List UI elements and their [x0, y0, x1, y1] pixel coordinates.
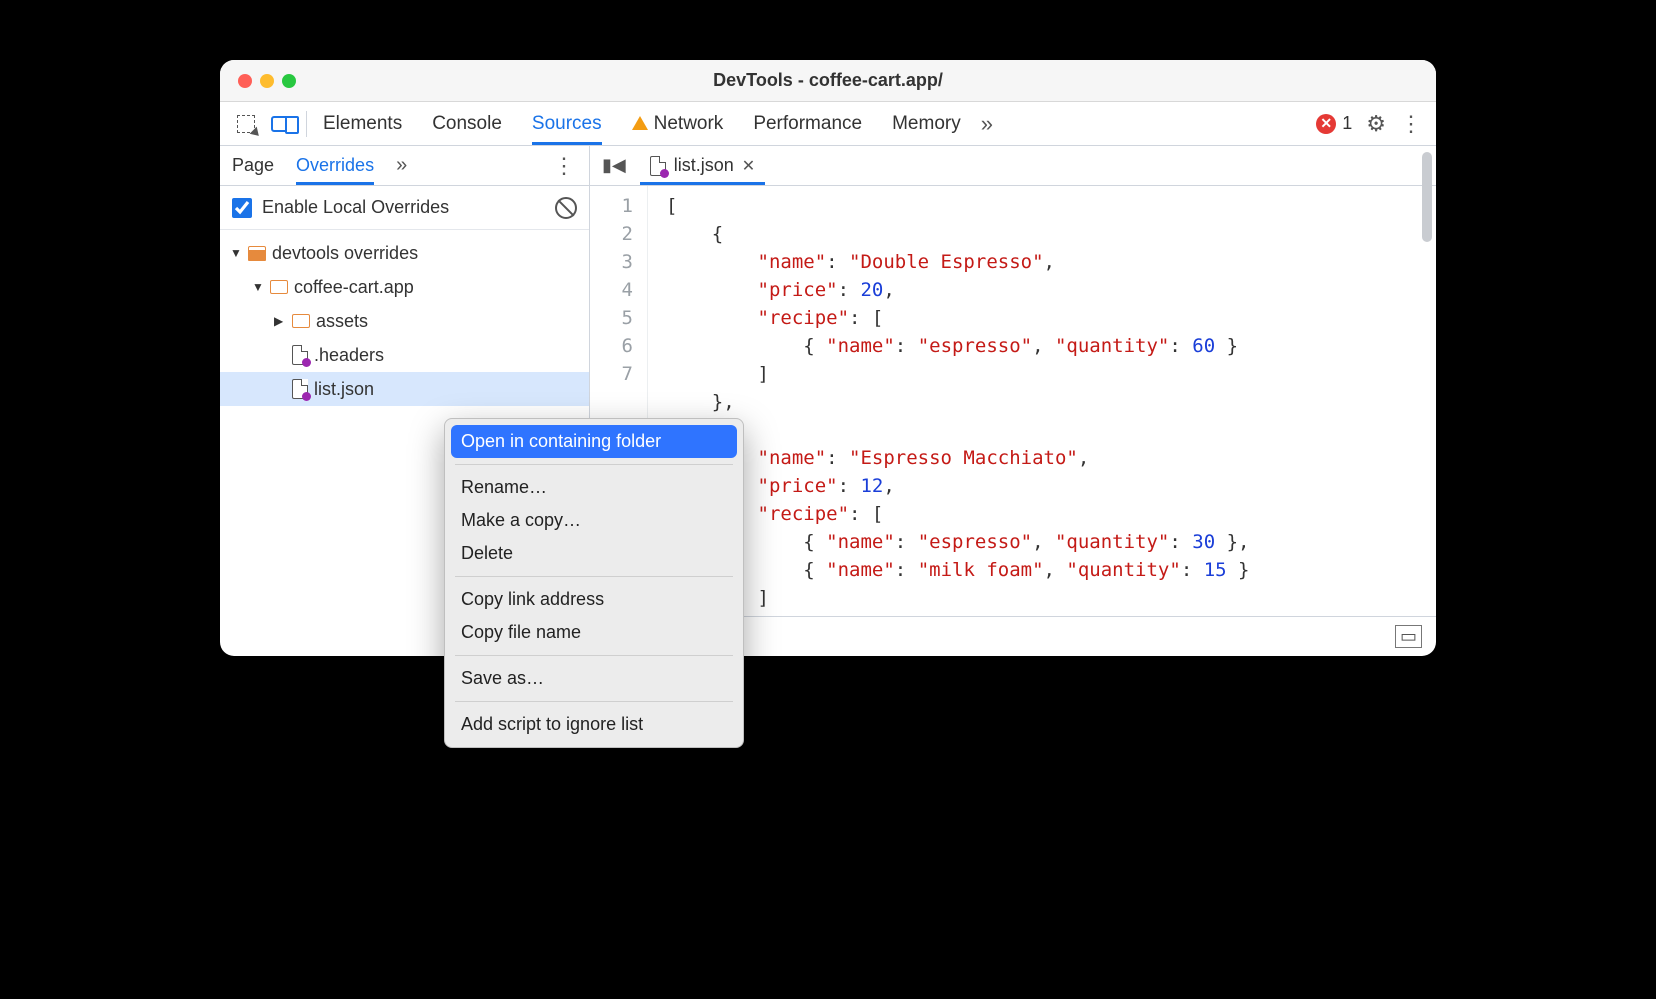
context-menu: Open in containing folder Rename… Make a… — [444, 418, 744, 748]
clear-overrides-icon[interactable] — [555, 197, 577, 219]
tree-file-headers[interactable]: .headers — [220, 338, 589, 372]
expand-icon: ▶ — [274, 314, 286, 328]
inspect-element-icon[interactable] — [228, 108, 264, 140]
more-sidebar-tabs-icon[interactable]: » — [396, 154, 407, 177]
tab-label: Console — [432, 113, 502, 135]
tab-network[interactable]: Network — [632, 102, 724, 145]
ctx-delete[interactable]: Delete — [445, 537, 743, 570]
close-tab-icon[interactable]: ✕ — [742, 156, 755, 176]
ctx-separator — [455, 576, 733, 577]
line-number: 1 — [590, 192, 633, 220]
expand-icon: ▼ — [252, 280, 264, 294]
ctx-open-in-folder[interactable]: Open in containing folder — [451, 425, 737, 458]
tab-performance[interactable]: Performance — [753, 102, 862, 145]
content-area: Page Overrides » ⋮ Enable Local Override… — [220, 146, 1436, 656]
more-tabs-icon[interactable]: » — [981, 111, 993, 137]
device-toolbar-icon[interactable] — [264, 108, 300, 140]
tab-label: Memory — [892, 113, 961, 135]
ctx-label: Copy file name — [461, 622, 581, 642]
tree-folder-root[interactable]: ▼ devtools overrides — [220, 236, 589, 270]
ctx-ignore-list[interactable]: Add script to ignore list — [445, 708, 743, 741]
window-controls — [220, 74, 296, 88]
enable-overrides-label: Enable Local Overrides — [262, 197, 449, 218]
line-number: 5 — [590, 304, 633, 332]
toggle-navigator-icon[interactable]: ▮◀ — [598, 155, 630, 176]
error-count-badge[interactable]: ✕ 1 — [1316, 113, 1352, 134]
ctx-save-as[interactable]: Save as… — [445, 662, 743, 695]
sidebar-tab-page[interactable]: Page — [232, 146, 274, 185]
tree-label: .headers — [314, 345, 384, 366]
settings-icon[interactable]: ⚙ — [1366, 111, 1386, 137]
ctx-copy-link[interactable]: Copy link address — [445, 583, 743, 616]
error-count: 1 — [1342, 113, 1352, 134]
maximize-window-button[interactable] — [282, 74, 296, 88]
tree-label: devtools overrides — [272, 243, 418, 264]
tree-folder-domain[interactable]: ▼ coffee-cart.app — [220, 270, 589, 304]
scrollbar-thumb[interactable] — [1422, 186, 1432, 242]
ctx-separator — [455, 701, 733, 702]
titlebar: DevTools - coffee-cart.app/ — [220, 60, 1436, 102]
show-drawer-icon[interactable]: ▭ — [1395, 625, 1422, 648]
ctx-label: Rename… — [461, 477, 547, 497]
sidebar-tab-overrides[interactable]: Overrides — [296, 146, 374, 185]
tab-label: Page — [232, 155, 274, 176]
tab-label: Sources — [532, 113, 602, 135]
folder-icon — [292, 314, 310, 328]
navigator-tabs: Page Overrides » ⋮ — [220, 146, 589, 186]
ctx-separator — [455, 655, 733, 656]
tab-sources[interactable]: Sources — [532, 102, 602, 145]
line-number: 2 — [590, 220, 633, 248]
line-number: 7 — [590, 360, 633, 388]
folder-icon — [248, 246, 266, 260]
editor-tab-list-json[interactable]: list.json ✕ — [640, 146, 765, 185]
ctx-label: Delete — [461, 543, 513, 563]
panel-tabs: Elements Console Sources Network Perform… — [313, 102, 961, 145]
line-number: 6 — [590, 332, 633, 360]
error-icon: ✕ — [1316, 114, 1336, 134]
ctx-label: Add script to ignore list — [461, 714, 643, 734]
expand-icon: ▼ — [230, 246, 242, 260]
navigator-menu-icon[interactable]: ⋮ — [553, 153, 589, 179]
tree-file-list-json[interactable]: list.json — [220, 372, 589, 406]
tree-label: coffee-cart.app — [294, 277, 414, 298]
folder-icon — [270, 280, 288, 294]
toolbar-divider — [306, 111, 307, 137]
minimize-window-button[interactable] — [260, 74, 274, 88]
tab-elements[interactable]: Elements — [323, 102, 402, 145]
tab-label: Elements — [323, 113, 402, 135]
close-window-button[interactable] — [238, 74, 252, 88]
warning-icon — [632, 116, 648, 130]
enable-overrides-checkbox[interactable] — [232, 198, 252, 218]
ctx-label: Make a copy… — [461, 510, 581, 530]
ctx-copy-file[interactable]: Copy file name — [445, 616, 743, 649]
ctx-separator — [455, 464, 733, 465]
ctx-rename[interactable]: Rename… — [445, 471, 743, 504]
ctx-make-copy[interactable]: Make a copy… — [445, 504, 743, 537]
tree-label: assets — [316, 311, 368, 332]
ctx-label: Open in containing folder — [461, 431, 661, 451]
line-number: 4 — [590, 276, 633, 304]
file-icon — [292, 379, 308, 399]
line-number: 3 — [590, 248, 633, 276]
editor-tabstrip: ▮◀ list.json ✕ — [590, 146, 1436, 186]
tree-label: list.json — [314, 379, 374, 400]
ctx-label: Save as… — [461, 668, 544, 688]
tree-folder-assets[interactable]: ▶ assets — [220, 304, 589, 338]
kebab-menu-icon[interactable]: ⋮ — [1400, 111, 1422, 137]
editor-tab-label: list.json — [674, 155, 734, 176]
window-title: DevTools - coffee-cart.app/ — [220, 70, 1436, 91]
ctx-label: Copy link address — [461, 589, 604, 609]
enable-overrides-row: Enable Local Overrides — [220, 186, 589, 230]
file-icon — [292, 345, 308, 365]
tab-label: Network — [654, 113, 724, 135]
devtools-window: DevTools - coffee-cart.app/ Elements Con… — [220, 60, 1436, 656]
tab-memory[interactable]: Memory — [892, 102, 961, 145]
tab-label: Overrides — [296, 155, 374, 176]
tab-console[interactable]: Console — [432, 102, 502, 145]
main-toolbar: Elements Console Sources Network Perform… — [220, 102, 1436, 146]
file-icon — [650, 156, 666, 176]
tab-label: Performance — [753, 113, 862, 135]
